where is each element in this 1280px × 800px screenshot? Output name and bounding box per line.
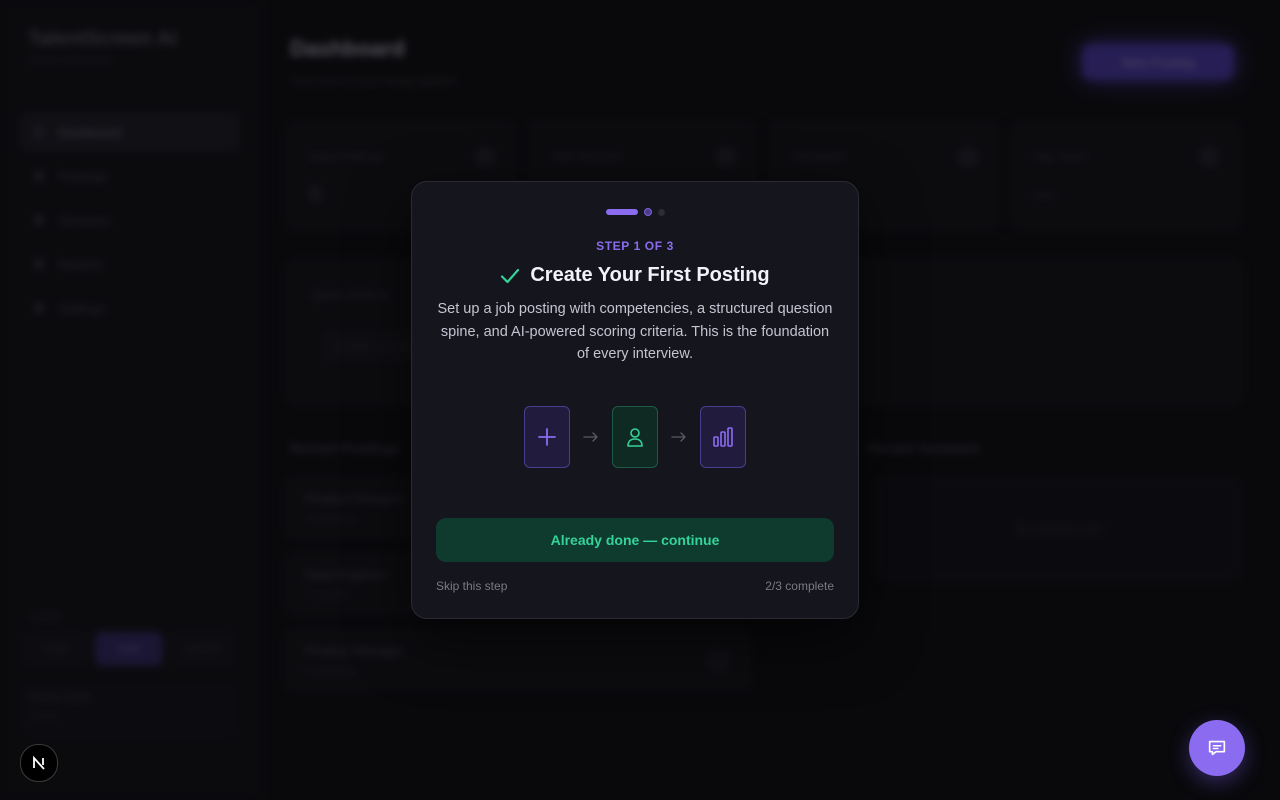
bar-chart-icon: [700, 406, 746, 468]
onboarding-modal: STEP 1 OF 3 Create Your First Posting Se…: [411, 181, 859, 619]
workflow-illustration: [412, 406, 858, 468]
plus-icon: [524, 406, 570, 468]
arrow-right-icon: [570, 432, 612, 442]
step-label: STEP 1 OF 3: [596, 239, 674, 253]
modal-title-row: Create Your First Posting: [412, 264, 858, 287]
chat-icon: [1208, 740, 1226, 756]
step-dot-active: [605, 209, 638, 215]
progress-text: 2/3 complete: [765, 579, 834, 593]
chat-button[interactable]: [1189, 720, 1245, 776]
step-dot-complete: [643, 208, 652, 216]
arrow-right-icon: [658, 432, 700, 442]
modal-title: Create Your First Posting: [530, 264, 770, 286]
step-indicator: [412, 208, 858, 216]
continue-button[interactable]: Already done — continue: [436, 518, 834, 562]
modal-description: Set up a job posting with competencies, …: [437, 301, 833, 362]
nextjs-devtools-icon[interactable]: [20, 744, 58, 782]
person-icon: [612, 406, 658, 468]
checkmark-icon: [501, 268, 520, 283]
step-dot-inactive: [657, 208, 665, 216]
skip-step-link[interactable]: Skip this step: [436, 579, 507, 593]
